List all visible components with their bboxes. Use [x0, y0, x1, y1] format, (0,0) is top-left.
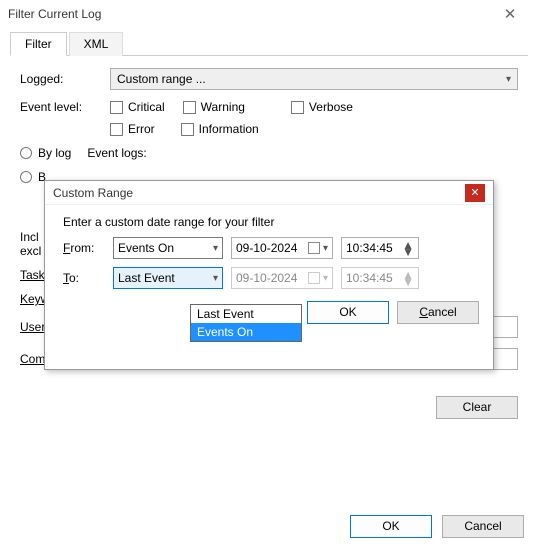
modal-close-icon[interactable]: ✕ — [465, 184, 485, 202]
logged-value: Custom range ... — [117, 72, 206, 86]
to-mode-combo[interactable]: Last Event▾ — [113, 267, 223, 289]
option-last-event[interactable]: Last Event — [191, 305, 301, 323]
label-from: From: — [63, 241, 113, 255]
chk-critical[interactable]: Critical — [110, 100, 165, 114]
chk-information[interactable]: Information — [181, 122, 259, 136]
option-events-on[interactable]: Events On — [191, 323, 301, 341]
to-date[interactable]: 09-10-2024 ▾ — [231, 267, 333, 289]
tab-xml[interactable]: XML — [69, 32, 124, 56]
modal-instruction: Enter a custom date range for your filte… — [45, 205, 493, 233]
window-title: Filter Current Log — [8, 7, 490, 21]
from-mode-combo[interactable]: Events On▾ — [113, 237, 223, 259]
window-titlebar: Filter Current Log ✕ — [0, 0, 538, 28]
ok-button[interactable]: OK — [350, 515, 432, 538]
modal-cancel-button[interactable]: Cancel — [397, 301, 479, 324]
dialog-buttons: OK Cancel — [350, 515, 524, 538]
chevron-down-icon: ▾ — [213, 273, 218, 284]
close-icon[interactable]: ✕ — [490, 5, 530, 23]
to-time[interactable]: 10:34:45 ▲▼ — [341, 267, 419, 289]
modal-ok-button[interactable]: OK — [307, 301, 389, 324]
date-picker-icon[interactable] — [308, 242, 320, 254]
spinner-icon[interactable]: ▲▼ — [402, 242, 414, 255]
label-logged: Logged: — [20, 72, 110, 86]
label-eventlevel: Event level: — [20, 100, 110, 114]
date-picker-icon — [308, 272, 320, 284]
cancel-button[interactable]: Cancel — [442, 515, 524, 538]
chevron-down-icon: ▾ — [213, 243, 218, 254]
logged-dropdown[interactable]: Custom range ... ▾ — [110, 68, 518, 90]
clear-button[interactable]: Clear — [436, 396, 518, 419]
to-mode-dropdown-list: Last Event Events On — [190, 304, 302, 342]
chevron-down-icon: ▾ — [506, 74, 511, 85]
chk-warning[interactable]: Warning — [183, 100, 245, 114]
modal-title: Custom Range — [53, 186, 465, 200]
chk-error[interactable]: Error — [110, 122, 155, 136]
from-time[interactable]: 10:34:45 ▲▼ — [341, 237, 419, 259]
chk-verbose[interactable]: Verbose — [291, 100, 353, 114]
spinner-icon: ▲▼ — [402, 272, 414, 285]
label-eventlogs: Event logs: — [87, 146, 157, 160]
radio-bylog[interactable]: By log — [20, 146, 71, 160]
from-date[interactable]: 09-10-2024 ▾ — [231, 237, 333, 259]
radio-b[interactable]: B — [20, 170, 46, 184]
label-to: To: — [63, 271, 113, 285]
tab-strip: Filter XML — [10, 32, 528, 56]
tab-filter[interactable]: Filter — [10, 32, 67, 56]
